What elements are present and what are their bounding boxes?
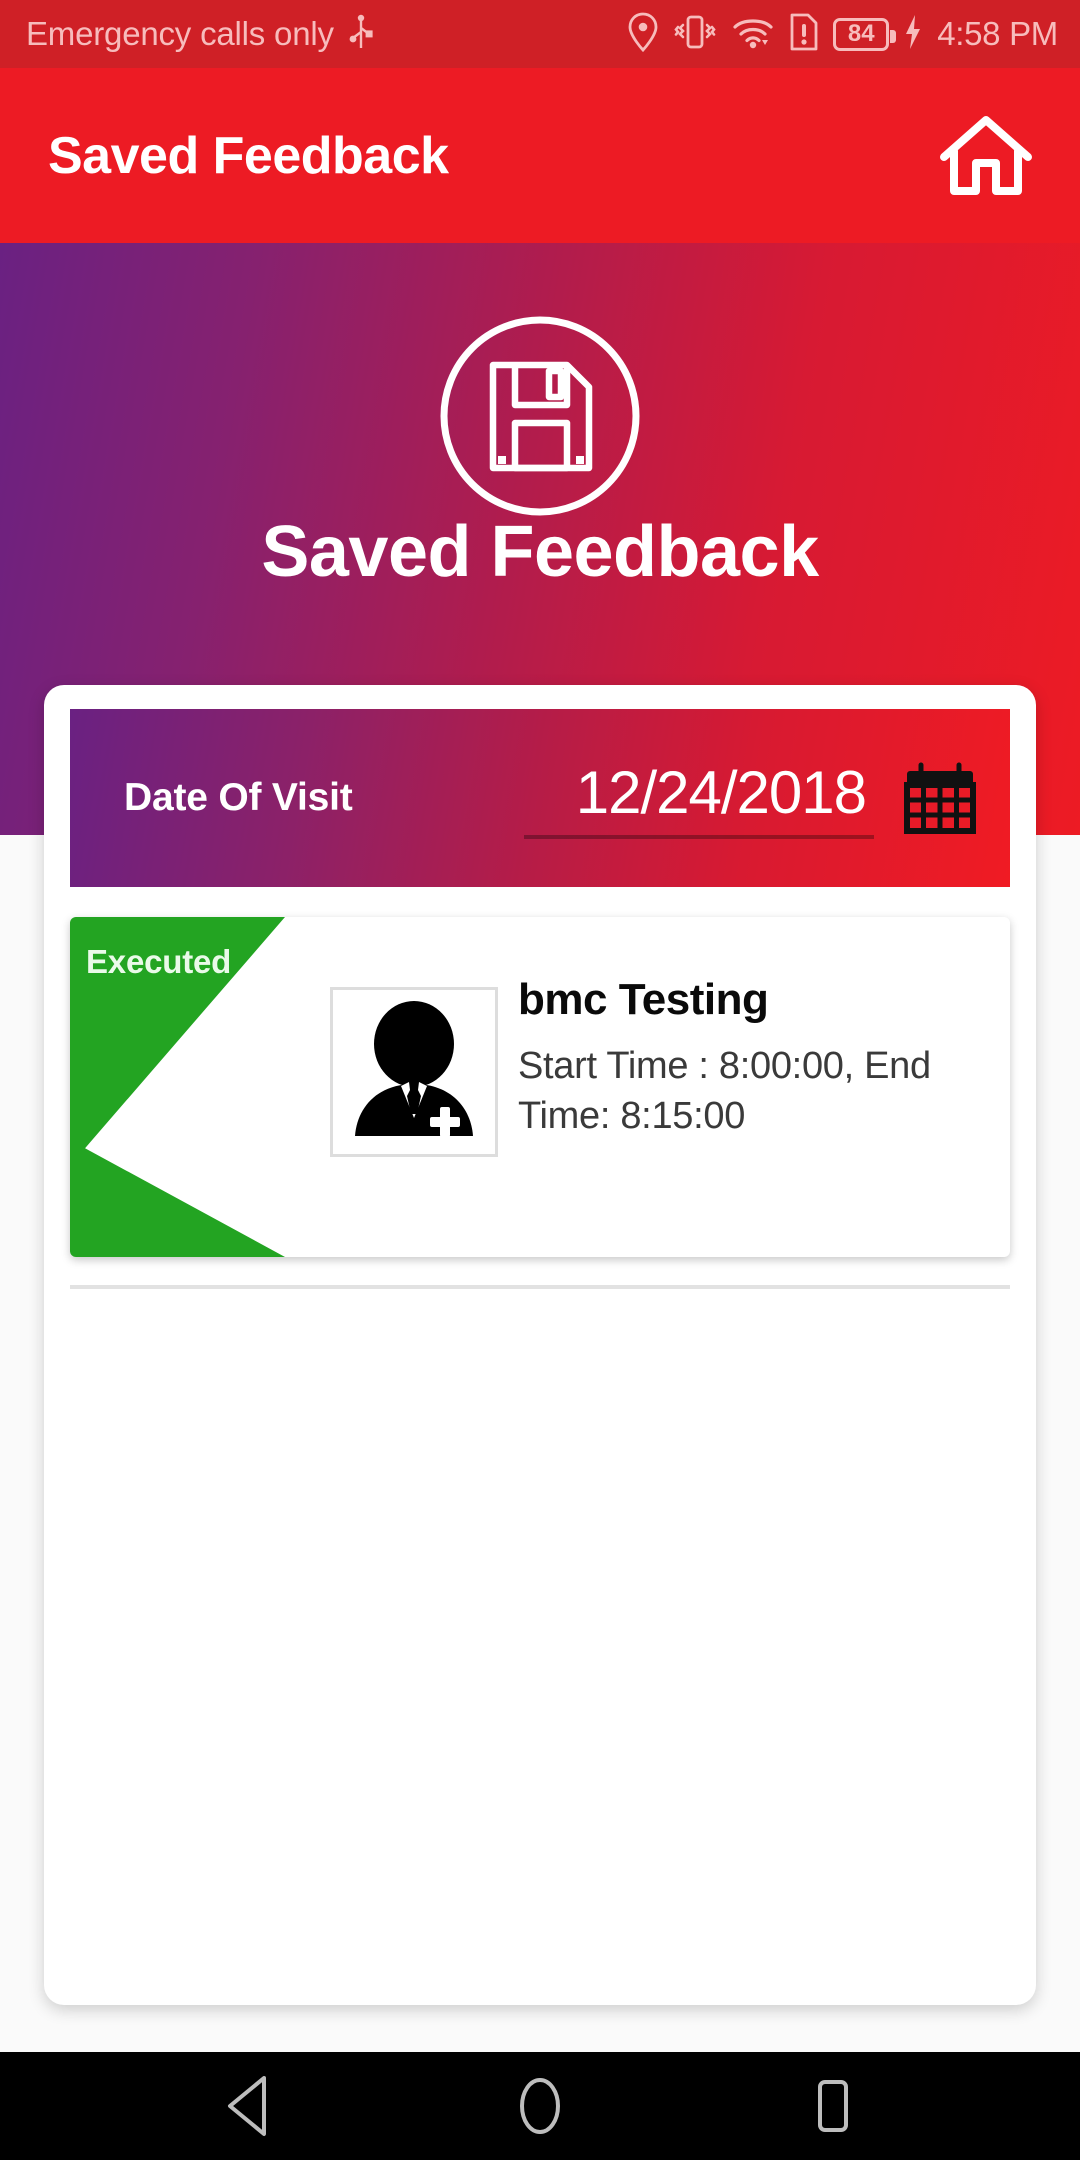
feedback-item-details: Start Time : 8:00:00, End Time: 8:15:00 (518, 1045, 931, 1138)
carrier-label: Emergency calls only (26, 15, 334, 52)
date-of-visit-input[interactable]: 12/24/2018 (524, 758, 874, 839)
charging-bolt-icon (903, 14, 923, 55)
vibrate-icon (673, 13, 717, 56)
feedback-item-card[interactable]: Executed bmc Testing Start Time : 8:00:0… (70, 917, 1010, 1257)
app-bar: Saved Feedback (0, 68, 1080, 243)
battery-icon: 84 (833, 17, 897, 51)
wifi-icon (731, 14, 775, 55)
app-bar-title: Saved Feedback (48, 126, 449, 185)
clock-label: 4:58 PM (937, 15, 1058, 52)
status-bar: Emergency calls only 84 4:58 PM (0, 0, 1080, 68)
sim-alert-icon (789, 13, 819, 56)
battery-level-label: 84 (847, 20, 875, 47)
usb-icon (348, 14, 374, 55)
doctor-avatar-icon (355, 1001, 473, 1137)
status-bar-right: 84 4:58 PM (627, 12, 1058, 57)
floppy-disk-save-icon (437, 313, 643, 524)
back-triangle-icon[interactable] (200, 2058, 296, 2154)
feedback-item-title: bmc Testing (518, 975, 769, 1024)
battery-shell: 84 (833, 17, 897, 51)
home-icon[interactable] (936, 106, 1036, 206)
date-input-underline (524, 834, 874, 839)
status-badge: Executed (86, 943, 232, 980)
date-of-visit-value: 12/24/2018 (575, 758, 867, 826)
page-title: Saved Feedback (261, 512, 819, 592)
date-of-visit-row[interactable]: Date Of Visit 12/24/2018 (70, 709, 1010, 887)
recents-square-icon[interactable] (784, 2058, 880, 2154)
list-divider (70, 1285, 1010, 1289)
location-pin-icon (627, 12, 659, 57)
home-circle-icon[interactable] (492, 2058, 588, 2154)
status-bar-left: Emergency calls only (26, 14, 627, 55)
system-nav-bar (0, 2052, 1080, 2160)
date-of-visit-label: Date Of Visit (124, 776, 353, 819)
content-card: Date Of Visit 12/24/2018 Executed bmc Te… (44, 685, 1036, 2005)
calendar-icon[interactable] (894, 752, 986, 844)
avatar (330, 987, 498, 1157)
feedback-item-text: bmc Testing Start Time : 8:00:00, End Ti… (518, 975, 978, 1141)
phone-screen: Emergency calls only 84 4:58 PM Saved Fe… (0, 0, 1080, 2160)
